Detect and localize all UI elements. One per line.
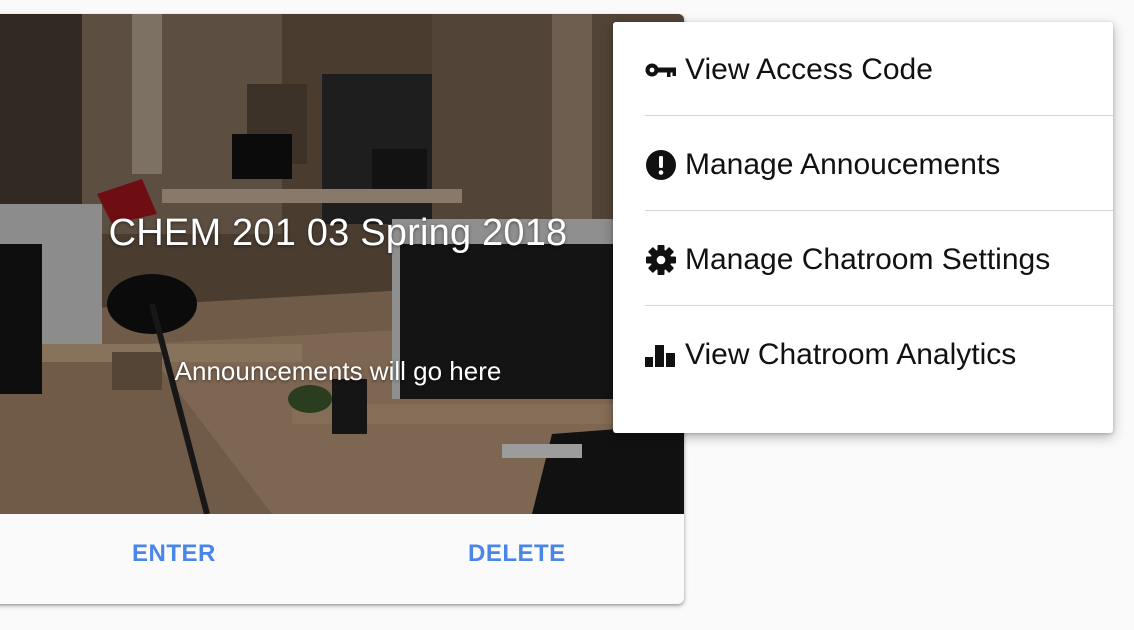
menu-item-label: View Access Code — [685, 52, 933, 86]
announcement-text: Announcements will go here — [174, 356, 502, 386]
course-options-menu: View Access Code Manage Annoucements Man… — [613, 22, 1113, 433]
bar-chart-icon — [645, 338, 679, 372]
menu-item-manage-chatroom-settings[interactable]: Manage Chatroom Settings — [613, 212, 1113, 307]
enter-button[interactable]: ENTER — [132, 540, 216, 568]
menu-item-view-chatroom-analytics[interactable]: View Chatroom Analytics — [613, 307, 1113, 402]
menu-item-label: View Chatroom Analytics — [685, 337, 1017, 371]
card-actions: ENTER DELETE — [0, 514, 684, 604]
menu-item-view-access-code[interactable]: View Access Code — [613, 22, 1113, 117]
menu-divider — [645, 115, 1113, 116]
card-background-image: CHEM 201 03 Spring 2018 Announcements wi… — [0, 14, 684, 514]
course-title: CHEM 201 03 Spring 2018 — [108, 212, 568, 254]
key-icon — [645, 53, 679, 87]
menu-item-label: Manage Chatroom Settings — [685, 242, 1051, 276]
menu-divider — [645, 305, 1113, 306]
gear-icon — [645, 243, 679, 277]
course-card: CHEM 201 03 Spring 2018 Announcements wi… — [0, 14, 684, 604]
delete-button[interactable]: DELETE — [468, 540, 566, 568]
image-dark-overlay — [0, 14, 684, 514]
stage: CHEM 201 03 Spring 2018 Announcements wi… — [0, 0, 1134, 630]
menu-item-label: Manage Annoucements — [685, 147, 1001, 181]
menu-item-manage-announcements[interactable]: Manage Annoucements — [613, 117, 1113, 212]
menu-divider — [645, 210, 1113, 211]
exclamation-circle-icon — [645, 148, 679, 182]
